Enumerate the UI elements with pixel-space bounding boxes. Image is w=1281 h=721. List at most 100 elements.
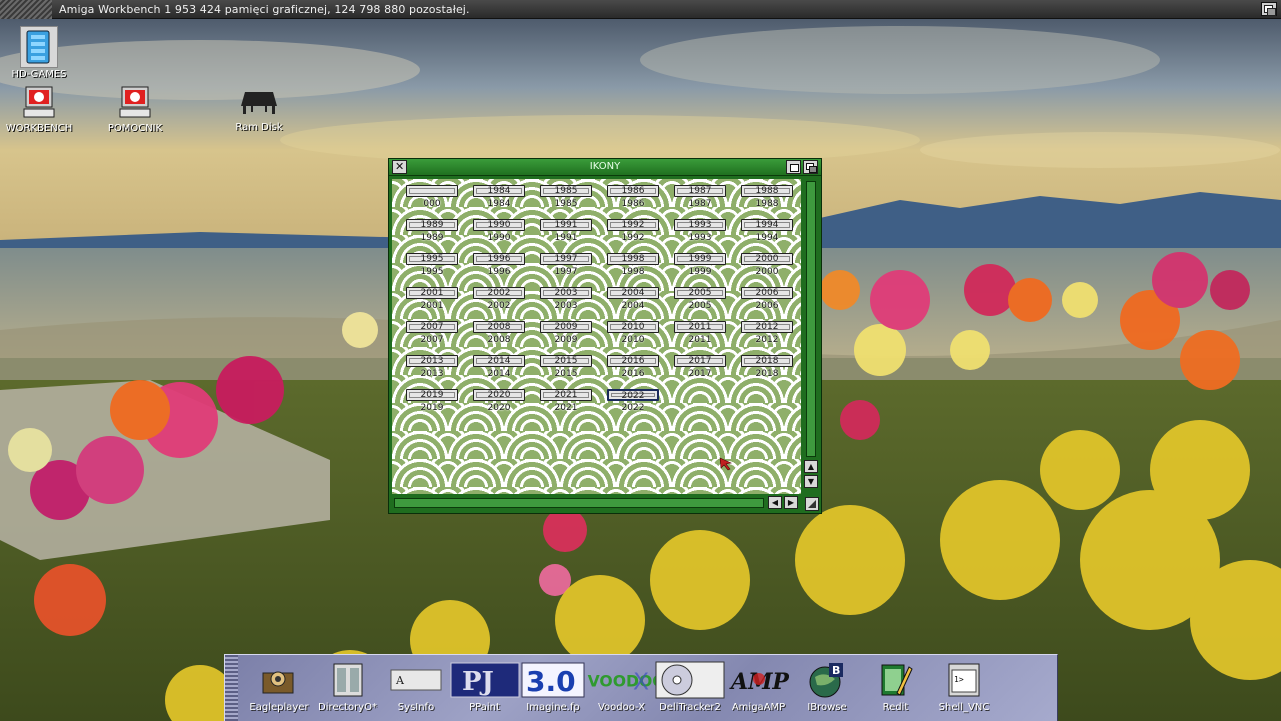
shell-icon: 1> [928, 661, 1000, 699]
desktop-icon-label: WORKBENCH [5, 123, 73, 134]
drawer-icon-1997[interactable]: 1997 1997 [534, 253, 598, 285]
scroll-left-icon[interactable]: ◀ [768, 496, 782, 509]
drawer-icon: 1984 [473, 185, 525, 197]
window-content-area[interactable]: 000 1984 1984 1985 1985 1986 1986 1987 1987 1988 1… [392, 179, 801, 494]
drawer-icon: 2011 [674, 321, 726, 333]
drawer-icon-1998[interactable]: 1998 1998 [601, 253, 665, 285]
drawer-icon-1994[interactable]: 1994 1994 [735, 219, 799, 251]
dock-item-redit[interactable]: Redit [860, 661, 932, 719]
dock-item-label: IBrowse [807, 702, 847, 713]
dock-item-label: Imagine.fp [526, 702, 580, 713]
drawer-icon-2011[interactable]: 2011 2011 [668, 321, 732, 353]
drawer-icon: 2013 [406, 355, 458, 367]
drawer-icon-label: 2001 [420, 301, 444, 311]
drawer-icon-2013[interactable]: 2013 2013 [400, 355, 464, 387]
dock-item-amigaamp[interactable]: AMP AmigaAMP [723, 661, 795, 719]
dock-item-imagine-fp[interactable]: 3.0 Imagine.fp [517, 661, 589, 719]
dock-item-delitracker2[interactable]: DeliTracker2 [654, 661, 726, 719]
drawer-icon-2008[interactable]: 2008 2008 [467, 321, 531, 353]
drawer-icon-1996[interactable]: 1996 1996 [467, 253, 531, 285]
drawer-icon-1990[interactable]: 1990 1990 [467, 219, 531, 251]
drawer-icon-2015[interactable]: 2015 2015 [534, 355, 598, 387]
drawer-icon-2018[interactable]: 2018 2018 [735, 355, 799, 387]
dock-item-ppaint[interactable]: PJ PPaint [449, 661, 521, 719]
dock-item-shell-vnc[interactable]: 1> Shell_VNC [928, 661, 1000, 719]
drawer-icon-2016[interactable]: 2016 2016 [601, 355, 665, 387]
drawer-icon-1989[interactable]: 1989 1989 [400, 219, 464, 251]
drawer-icon-label: 1987 [688, 199, 712, 209]
file-manager-icon [312, 661, 384, 699]
drawer-icon-2001[interactable]: 2001 2001 [400, 287, 464, 319]
drawer-icon-2020[interactable]: 2020 2020 [467, 389, 531, 421]
vertical-scrollbar[interactable] [803, 179, 819, 494]
drawer-icon-1995[interactable]: 1995 1995 [400, 253, 464, 285]
drawer-icon-label: 2004 [621, 301, 645, 311]
screen-depth-gadget[interactable] [1261, 2, 1277, 16]
drawer-icon-label: 1996 [487, 267, 511, 277]
resize-gadget-icon[interactable] [805, 497, 819, 511]
drawer-icon-1985[interactable]: 1985 1985 [534, 185, 598, 217]
drawer-icon-label: 1999 [688, 267, 712, 277]
dock-item-eagleplayer[interactable]: Eagleplayer [243, 661, 315, 719]
scroll-up-icon[interactable]: ▲ [804, 460, 818, 473]
dock-item-label: SysInfo [397, 702, 435, 713]
drawer-window-ikony[interactable]: IKONY 0001984198419851985198619861987198… [388, 158, 822, 514]
desktop-icon-pomocnik[interactable]: POMOCNIK [100, 85, 170, 134]
drawer-icon-label: 1990 [487, 233, 511, 243]
dock-item-ibrowse[interactable]: B IBrowse [791, 661, 863, 719]
drawer-icon: 2001 [406, 287, 458, 299]
drawer-icon-2002[interactable]: 2002 2002 [467, 287, 531, 319]
drawer-icon-1984[interactable]: 1984 1984 [467, 185, 531, 217]
dock-item-directoryo[interactable]: DirectoryO* [312, 661, 384, 719]
drawer-icon-label: 1997 [554, 267, 578, 277]
drawer-icon: 2019 [406, 389, 458, 401]
drawer-icon-000[interactable]: 000 [400, 185, 464, 217]
drawer-icon-2012[interactable]: 2012 2012 [735, 321, 799, 353]
drawer-icon-2017[interactable]: 2017 2017 [668, 355, 732, 387]
depth-arrange-icon[interactable] [803, 160, 818, 174]
drawer-icon-2021[interactable]: 2021 2021 [534, 389, 598, 421]
drawer-icon-2003[interactable]: 2003 2003 [534, 287, 598, 319]
drawer-icon-1999[interactable]: 1999 1999 [668, 253, 732, 285]
drawer-icon-1988[interactable]: 1988 1988 [735, 185, 799, 217]
window-title-bar[interactable]: IKONY [389, 159, 821, 176]
drawer-icon-2005[interactable]: 2005 2005 [668, 287, 732, 319]
drawer-icon-2010[interactable]: 2010 2010 [601, 321, 665, 353]
notepad-pencil-icon [860, 661, 932, 699]
drawer-icon-1987[interactable]: 1987 1987 [668, 185, 732, 217]
drawer-icon-2009[interactable]: 2009 2009 [534, 321, 598, 353]
drawer-icon: 2000 [741, 253, 793, 265]
drawer-icon-2004[interactable]: 2004 2004 [601, 287, 665, 319]
dock-item-label: DirectoryO* [318, 702, 377, 713]
dock-item-sysinfo[interactable]: A SysInfo [380, 661, 452, 719]
desktop-icon-hd-games[interactable]: HD-GAMES [4, 26, 74, 80]
dock-item-label: Voodoo-X [597, 702, 646, 713]
drawer-icon-1993[interactable]: 1993 1993 [668, 219, 732, 251]
desktop-icon-workbench[interactable]: WORKBENCH [4, 85, 74, 134]
drawer-icon-2006[interactable]: 2006 2006 [735, 287, 799, 319]
scroll-right-icon[interactable]: ▶ [784, 496, 798, 509]
drawer-icon-1986[interactable]: 1986 1986 [601, 185, 665, 217]
screen-title-bar[interactable]: Amiga Workbench 1 953 424 pamięci grafic… [0, 0, 1281, 19]
desktop-icon-ram-disk[interactable]: Ram Disk [224, 88, 294, 133]
drawer-icon-1991[interactable]: 1991 1991 [534, 219, 598, 251]
horizontal-scrollbar[interactable]: ◀ ▶ [392, 495, 801, 511]
drawer-icon: 2006 [741, 287, 793, 299]
zoom-icon[interactable] [786, 160, 801, 174]
drawer-icon-label: 1993 [688, 233, 712, 243]
drawer-icon-2019[interactable]: 2019 2019 [400, 389, 464, 421]
drawer-icon: 2002 [473, 287, 525, 299]
scroll-down-icon[interactable]: ▼ [804, 475, 818, 488]
drawer-icon-label: 2005 [688, 301, 712, 311]
drawer-icon: 2014 [473, 355, 525, 367]
drawer-icon: 1996 [473, 253, 525, 265]
horizontal-scroll-knob[interactable] [394, 498, 764, 508]
drawer-icon-2007[interactable]: 2007 2007 [400, 321, 464, 353]
drawer-icon-label: 2015 [554, 369, 578, 379]
vertical-scroll-knob[interactable] [806, 181, 816, 457]
drawer-icon-2014[interactable]: 2014 2014 [467, 355, 531, 387]
drawer-icon-1992[interactable]: 1992 1992 [601, 219, 665, 251]
drawer-icon-2022[interactable]: 2022 2022 [601, 389, 665, 421]
dock-item-voodoo-x[interactable]: VOODOO X Voodoo-X [586, 661, 657, 719]
drawer-icon-2000[interactable]: 2000 2000 [735, 253, 799, 285]
